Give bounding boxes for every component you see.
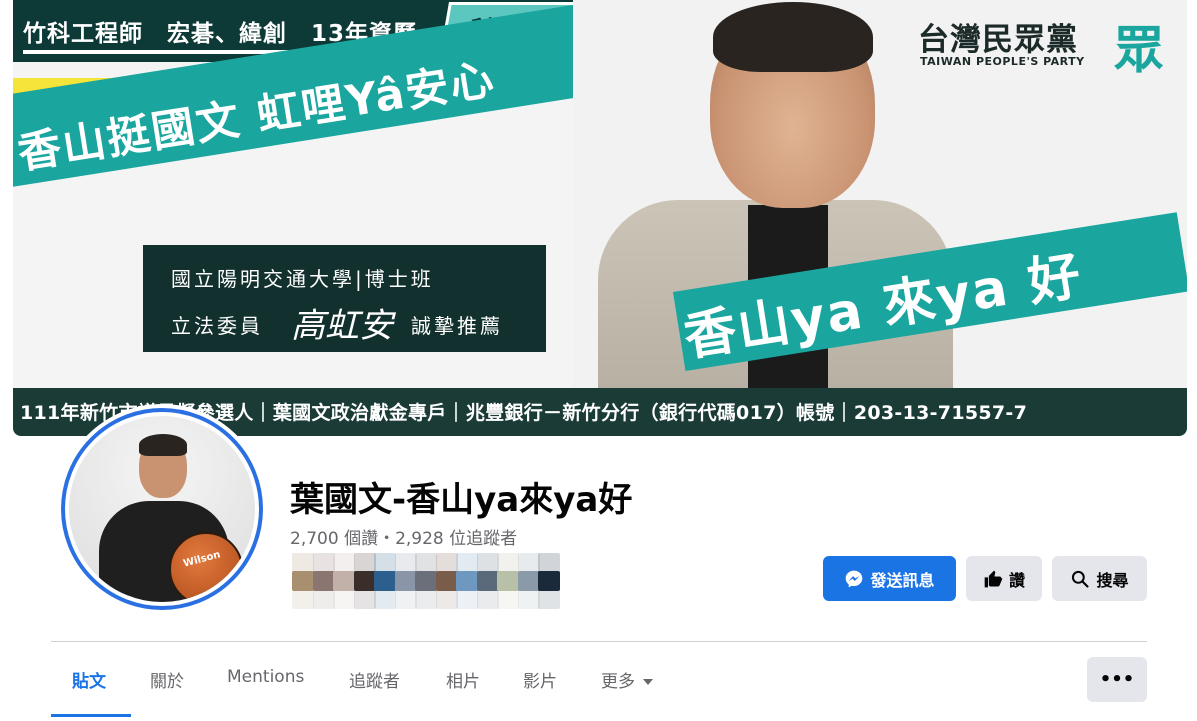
active-tab-indicator xyxy=(51,714,131,717)
more-options-button[interactable]: ••• xyxy=(1087,657,1147,702)
tab-about[interactable]: 關於 xyxy=(150,667,184,692)
tab-videos[interactable]: 影片 xyxy=(523,667,557,692)
cover-endorsement-signature: 高虹安 xyxy=(291,306,393,346)
friend-avatar[interactable] xyxy=(394,571,417,591)
friend-avatar[interactable] xyxy=(456,571,478,591)
friend-avatar[interactable] xyxy=(435,571,458,591)
friend-avatars-row[interactable] xyxy=(292,550,582,610)
header-divider xyxy=(51,641,1147,642)
like-label: 讚 xyxy=(1008,570,1025,590)
search-label: 搜尋 xyxy=(1096,570,1129,590)
page-title: 葉國文-香山ya來ya好 xyxy=(290,480,633,520)
tab-more-label: 更多 xyxy=(601,672,635,692)
friend-avatar[interactable] xyxy=(415,571,437,591)
search-icon xyxy=(1072,570,1090,588)
tab-more[interactable]: 更多 xyxy=(601,667,653,692)
thumbs-up-icon xyxy=(984,570,1003,587)
friend-avatar[interactable] xyxy=(497,571,519,591)
profile-avatar[interactable]: Wilson xyxy=(57,404,267,614)
tab-posts[interactable]: 貼文 xyxy=(72,667,106,692)
like-button[interactable]: 讚 xyxy=(966,556,1042,601)
cover-endorsement-line3: 誠摯推薦 xyxy=(411,314,503,338)
friend-avatar[interactable] xyxy=(312,571,335,591)
tab-mentions[interactable]: Mentions xyxy=(227,667,304,687)
cover-person-hair xyxy=(713,2,873,72)
messenger-icon xyxy=(846,570,863,587)
friend-avatar[interactable] xyxy=(333,571,355,591)
cover-endorsement-line2: 立法委員 xyxy=(171,314,263,338)
send-message-button[interactable]: 發送訊息 xyxy=(823,556,956,601)
friend-avatar[interactable] xyxy=(353,571,376,591)
friend-avatar[interactable] xyxy=(517,571,540,591)
story-ring: Wilson xyxy=(61,408,263,610)
cover-photo[interactable]: 竹科工程師 宏碁、緯創 13年資歷 科技三寶爸 香山挺國文 虹哩Yâ安心 國立陽… xyxy=(13,0,1187,436)
basketball-icon xyxy=(169,532,243,602)
friend-avatar[interactable] xyxy=(292,571,314,591)
party-name: 台灣民眾黨 xyxy=(918,22,1078,58)
search-button[interactable]: 搜尋 xyxy=(1052,556,1147,601)
tab-followers[interactable]: 追蹤者 xyxy=(349,667,400,692)
cover-endorsement-line1: 國立陽明交通大學|博士班 xyxy=(171,267,434,291)
tab-photos[interactable]: 相片 xyxy=(446,667,480,692)
page-stats[interactable]: 2,700 個讚・2,928 位追蹤者 xyxy=(290,524,517,549)
friend-avatar[interactable] xyxy=(538,571,560,591)
party-logo: 眾 xyxy=(1114,21,1164,79)
facebook-page-header: 竹科工程師 宏碁、緯創 13年資歷 科技三寶爸 香山挺國文 虹哩Yâ安心 國立陽… xyxy=(0,0,1197,721)
caret-down-icon xyxy=(643,679,653,685)
party-name-english: TAIWAN PEOPLE'S PARTY xyxy=(920,55,1085,68)
avatar-hair xyxy=(139,434,187,456)
friend-avatar[interactable] xyxy=(374,571,396,591)
friend-avatar[interactable] xyxy=(476,571,499,591)
send-message-label: 發送訊息 xyxy=(870,570,935,590)
avatar-photo: Wilson xyxy=(69,416,255,602)
